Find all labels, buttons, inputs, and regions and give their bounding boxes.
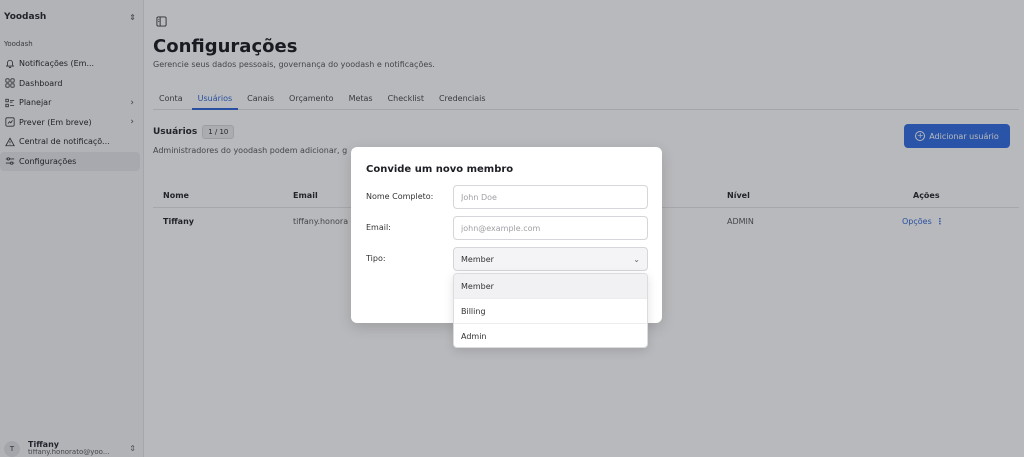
option-member[interactable]: Member	[454, 274, 647, 299]
name-label: Nome Completo:	[366, 192, 434, 201]
type-select-value: Member	[461, 254, 494, 264]
email-input[interactable]	[453, 216, 648, 240]
chevron-down-icon: ⌄	[633, 254, 640, 264]
type-select[interactable]: Member ⌄	[453, 247, 648, 271]
full-name-input[interactable]	[453, 185, 648, 209]
option-billing[interactable]: Billing	[454, 299, 647, 324]
type-dropdown: Member Billing Admin	[453, 273, 648, 348]
type-label: Tipo:	[366, 254, 386, 263]
modal-title: Convide um novo membro	[366, 164, 514, 175]
option-admin[interactable]: Admin	[454, 324, 647, 347]
email-label: Email:	[366, 223, 391, 232]
